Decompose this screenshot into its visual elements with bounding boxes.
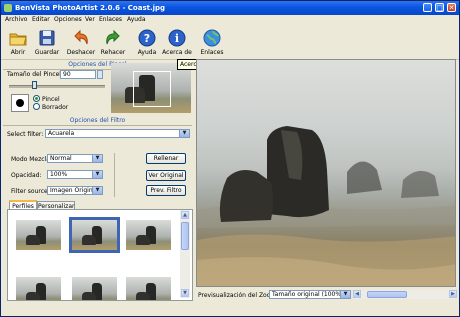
- menu-ayuda[interactable]: Ayuda: [127, 16, 146, 23]
- filter-select[interactable]: Acuarela ▼: [45, 129, 190, 138]
- zoom-label: Previsualización del Zoom:: [198, 292, 279, 299]
- info-icon: i: [168, 29, 186, 47]
- blend-mode-label: Modo Mezcla:: [11, 156, 52, 163]
- fill-button[interactable]: Rellenar: [146, 153, 186, 164]
- chevron-down-icon[interactable]: ▼: [92, 155, 102, 162]
- minimize-button[interactable]: _: [423, 3, 432, 12]
- profile-thumbnail[interactable]: [16, 277, 61, 300]
- opacity-select[interactable]: 100% ▼: [47, 170, 103, 179]
- profile-thumbnail[interactable]: [72, 277, 117, 300]
- brush-mode-label: Pincel: [42, 96, 60, 103]
- menu-editar[interactable]: Editar: [32, 16, 50, 23]
- left-panel: Opciones del Pincel Tamaño del Pincel: 9…: [3, 61, 193, 316]
- title-bar[interactable]: BenVista PhotoArtist 2.0.6 - Coast.jpg _…: [1, 1, 459, 15]
- about-button[interactable]: i Acerca de: [160, 27, 194, 57]
- undo-button[interactable]: Deshacer: [64, 27, 98, 57]
- tab-profiles[interactable]: Perfiles: [9, 200, 37, 210]
- menu-ver[interactable]: Ver: [85, 16, 95, 23]
- view-original-button[interactable]: Ver Original: [146, 170, 186, 181]
- help-icon: ?: [138, 29, 156, 47]
- profile-thumbnail[interactable]: [126, 277, 171, 300]
- brush-mode-radio[interactable]: [33, 95, 40, 102]
- brush-size-field[interactable]: 90: [60, 70, 96, 79]
- menu-enlaces[interactable]: Enlaces: [99, 16, 122, 23]
- select-filter-label: Select filter:: [7, 131, 44, 138]
- opacity-value: 100%: [50, 171, 68, 178]
- filter-source-label: Filter source:: [11, 188, 50, 195]
- navigator-viewport[interactable]: [133, 71, 171, 107]
- filter-source-value: Imagen Original: [50, 187, 98, 194]
- eraser-mode-radio[interactable]: [33, 103, 40, 110]
- redo-button[interactable]: Rehacer: [96, 27, 130, 57]
- help-button[interactable]: ? Ayuda: [130, 27, 164, 57]
- profile-thumbnail-selected[interactable]: [69, 217, 120, 253]
- window-title: BenVista PhotoArtist 2.0.6 - Coast.jpg: [15, 4, 166, 12]
- zoom-value: Tamaño original (100%): [272, 291, 344, 298]
- eraser-mode-label: Borrador: [42, 104, 69, 111]
- save-button[interactable]: Guardar: [30, 27, 64, 57]
- filter-options-header: Opciones del Filtro: [3, 117, 192, 126]
- undo-icon: [74, 29, 88, 45]
- opacity-label: Opacidad:: [11, 172, 42, 179]
- maximize-button[interactable]: □: [435, 3, 444, 12]
- chevron-down-icon[interactable]: ▼: [179, 130, 189, 137]
- menu-archivo[interactable]: Archivo: [5, 16, 27, 23]
- slider-thumb[interactable]: [32, 81, 37, 89]
- folder-icon: [9, 33, 27, 46]
- brush-size-spinner[interactable]: [97, 70, 103, 79]
- svg-text:?: ?: [144, 32, 150, 45]
- app-window: BenVista PhotoArtist 2.0.6 - Coast.jpg _…: [0, 0, 460, 317]
- close-button[interactable]: ✕: [447, 3, 456, 12]
- redo-icon: [106, 29, 120, 45]
- filter-source-select[interactable]: Imagen Original ▼: [47, 186, 103, 195]
- profile-thumbnail[interactable]: [126, 220, 171, 250]
- navigator-thumbnail[interactable]: [111, 63, 191, 113]
- save-icon: [39, 30, 55, 46]
- chevron-down-icon[interactable]: ▼: [92, 171, 102, 178]
- image-preview[interactable]: [196, 59, 456, 287]
- photo-canvas: [197, 126, 455, 286]
- app-icon: [4, 4, 12, 12]
- scroll-thumb[interactable]: [181, 222, 189, 250]
- menu-bar: Archivo Editar Opciones Ver Enlaces Ayud…: [1, 15, 459, 25]
- toolbar: Abrir Guardar Deshacer Rehacer ? Ayuda i…: [1, 25, 459, 60]
- chevron-down-icon[interactable]: ▼: [92, 187, 102, 194]
- brush-size-slider[interactable]: [9, 81, 105, 89]
- blend-mode-value: Normal: [50, 155, 72, 162]
- brush-size-label: Tamaño del Pincel:: [7, 71, 63, 78]
- scroll-down-icon[interactable]: ▼: [181, 289, 189, 297]
- chevron-down-icon[interactable]: ▼: [340, 291, 350, 298]
- h-scroll-thumb[interactable]: [367, 291, 407, 298]
- links-button[interactable]: Enlaces: [195, 27, 229, 57]
- svg-text:i: i: [175, 32, 179, 45]
- menu-opciones[interactable]: Opciones: [54, 16, 82, 23]
- profile-thumbnail[interactable]: [16, 220, 61, 250]
- scroll-up-icon[interactable]: ▲: [181, 211, 189, 219]
- scroll-left-icon[interactable]: ◀: [353, 290, 361, 298]
- filter-select-value: Acuarela: [48, 130, 75, 137]
- zoom-select[interactable]: Tamaño original (100%) ▼: [269, 290, 351, 299]
- scroll-right-icon[interactable]: ▶: [449, 290, 457, 298]
- blend-mode-select[interactable]: Normal ▼: [47, 154, 103, 163]
- profiles-scrollbar[interactable]: ▲ ▼: [180, 210, 190, 298]
- profiles-panel: ▲ ▼: [7, 209, 193, 301]
- separator: [114, 153, 115, 197]
- brush-preview-icon: [11, 94, 29, 112]
- prev-filter-button[interactable]: Prev. Filtro: [146, 185, 186, 196]
- globe-icon: [203, 29, 221, 47]
- preview-h-scrollbar[interactable]: ◀ ▶: [353, 290, 457, 299]
